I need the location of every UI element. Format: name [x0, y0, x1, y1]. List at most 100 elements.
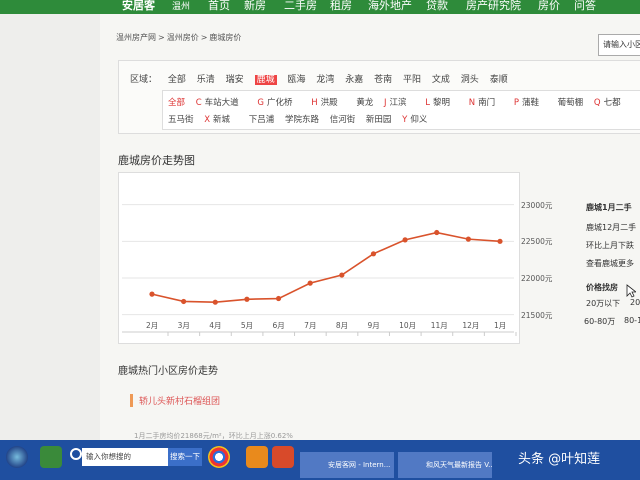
nav-item-second-hand[interactable]: 二手房 — [284, 0, 317, 13]
y-tick-label: 22000元 — [521, 274, 553, 283]
region-option[interactable]: 乐清 — [197, 75, 215, 85]
subarea-option[interactable]: J 江滨 — [384, 98, 415, 108]
subarea-letter: J — [384, 98, 387, 108]
side-panel-link[interactable]: 查看鹿城更多 — [586, 258, 634, 269]
x-tick-label: 10月 — [399, 321, 417, 330]
region-option[interactable]: 洞头 — [461, 75, 479, 85]
breadcrumb-link[interactable]: 温州房产网 — [116, 33, 156, 42]
nav-item-loan[interactable]: 贷款 — [426, 0, 448, 13]
taskbar-window[interactable]: 和风天气最新报告 V... — [398, 452, 492, 478]
start-button-icon[interactable] — [6, 446, 28, 468]
region-option-active[interactable]: 鹿城 — [254, 75, 277, 85]
nav-item-research[interactable]: 房产研究院 — [466, 0, 521, 13]
region-option[interactable]: 瓯海 — [287, 75, 305, 85]
pinned-app-icon[interactable] — [40, 446, 62, 468]
x-tick-label: 11月 — [430, 321, 448, 330]
region-option[interactable]: 平阳 — [403, 75, 421, 85]
breadcrumb-separator: > — [158, 33, 165, 42]
region-option[interactable]: 文成 — [432, 75, 450, 85]
subarea-name: 新城 — [213, 115, 231, 125]
nav-item-qa[interactable]: 问答 — [574, 0, 596, 13]
x-tick-label: 1月 — [494, 321, 507, 330]
region-option[interactable]: 永嘉 — [345, 75, 363, 85]
x-tick-label: 8月 — [335, 321, 349, 330]
subarea-option-active[interactable]: 全部 — [168, 98, 185, 108]
x-tick-label: 12月 — [462, 321, 480, 330]
subarea-name: 洪殿 — [320, 98, 338, 108]
subarea-name: 仰义 — [410, 115, 428, 125]
x-tick-label: 9月 — [367, 321, 380, 330]
subarea-row-1: 全部 C 车站大道 G 广化桥 H 洪殿 黄龙 J 江滨 L 黎明 N 南门 P 蒲鞋 葡萄棚… — [168, 96, 637, 108]
subarea-option[interactable]: L 黎明 — [425, 98, 458, 108]
region-option[interactable]: 全部 — [168, 75, 186, 85]
city-switch[interactable]: 温州 — [172, 0, 190, 12]
hot-community-link[interactable]: 轿儿头新村石榴组团 — [130, 394, 220, 407]
side-panel-line: 环比上月下跌 — [586, 241, 634, 250]
taskbar-search-button[interactable]: 搜索一下 — [168, 448, 202, 466]
subarea-name: 蒲鞋 — [521, 98, 539, 108]
nav-item-new-house[interactable]: 新房 — [244, 0, 266, 13]
taskbar-search-input[interactable]: 输入你想搜的 — [82, 448, 170, 466]
region-option[interactable]: 苍南 — [374, 75, 392, 85]
folder-icon[interactable] — [246, 446, 268, 468]
price-option[interactable]: 80-1 — [624, 316, 640, 325]
price-trend-chart-frame — [118, 172, 520, 344]
nav-item-rent[interactable]: 租房 — [330, 0, 352, 13]
subarea-name: 江滨 — [389, 98, 407, 108]
subarea-option[interactable]: 下吕浦 — [249, 115, 275, 125]
subarea-name: 黎明 — [433, 98, 451, 108]
y-tick-label: 22500元 — [521, 237, 553, 247]
price-search-title: 价格找房 — [586, 283, 618, 292]
subarea-option[interactable]: Y 仰义 — [402, 115, 435, 125]
site-logo[interactable]: 安居客 — [122, 0, 155, 13]
price-option[interactable]: 60-80万 — [584, 316, 615, 327]
subarea-option[interactable]: 新田园 — [366, 115, 392, 125]
subarea-option[interactable]: 黄龙 — [356, 98, 373, 108]
x-tick-label: 3月 — [177, 321, 190, 330]
subarea-option[interactable]: H 洪殿 — [311, 98, 345, 108]
subarea-option[interactable]: P 蒲鞋 — [514, 98, 547, 108]
nav-item-price[interactable]: 房价 — [538, 0, 560, 13]
subarea-option[interactable]: 信河街 — [330, 115, 356, 125]
subarea-option[interactable]: 葡萄棚 — [558, 98, 584, 108]
subarea-option[interactable]: Q 七都 — [594, 98, 629, 108]
subarea-option[interactable]: 五马街 — [168, 115, 194, 125]
nav-item-overseas[interactable]: 海外地产 — [368, 0, 412, 13]
subarea-letter: G — [257, 98, 264, 108]
x-tick-label: 2月 — [146, 321, 159, 330]
chrome-icon[interactable] — [208, 446, 230, 468]
subarea-row-2: 五马街 X 新城 下吕浦 学院东路 信河街 新田园 Y 仰义 — [168, 113, 443, 125]
ie-search-icon — [70, 448, 82, 460]
x-tick-label: 7月 — [304, 321, 317, 330]
price-option[interactable]: 20万以下 — [586, 298, 620, 309]
watermark-label: 头条 @叶知莲 — [518, 452, 601, 467]
region-label: 区域： — [130, 75, 158, 85]
subarea-name: 七都 — [603, 98, 621, 108]
subarea-letter: L — [425, 98, 431, 108]
community-search-input[interactable]: 请输入小区 — [598, 34, 640, 56]
subarea-letter: P — [513, 98, 519, 108]
top-navigation: 安居客 温州 首页 新房 二手房 租房 海外地产 贷款 房产研究院 房价 问答 — [0, 0, 640, 14]
nav-item-home[interactable]: 首页 — [208, 0, 230, 13]
price-option[interactable]: 20 — [630, 298, 640, 307]
mouse-cursor-icon — [626, 284, 636, 298]
y-tick-label: 23000元 — [521, 200, 553, 210]
breadcrumb-link[interactable]: 温州房价 — [167, 33, 199, 42]
subarea-option[interactable]: 学院东路 — [285, 115, 319, 125]
x-tick-label: 6月 — [272, 321, 285, 330]
region-option[interactable]: 瑞安 — [226, 75, 244, 85]
region-option[interactable]: 泰顺 — [490, 75, 508, 85]
subarea-letter: N — [468, 98, 476, 108]
region-option[interactable]: 龙湾 — [316, 75, 334, 85]
side-panel-title: 鹿城1月二手 — [586, 203, 632, 212]
subarea-option[interactable]: C 车站大道 — [196, 98, 247, 108]
breadcrumb-current: 鹿城房价 — [209, 33, 242, 42]
taskbar-window[interactable]: 安居客网 - Intern... — [300, 452, 394, 478]
app-icon[interactable] — [272, 446, 294, 468]
subarea-option[interactable]: G 广化桥 — [257, 98, 300, 108]
subarea-option[interactable]: X 新城 — [204, 115, 238, 125]
side-panel-line: 鹿城12月二手 — [586, 223, 637, 232]
subarea-letter: C — [195, 98, 202, 108]
x-tick-label: 4月 — [209, 321, 222, 330]
subarea-option[interactable]: N 南门 — [469, 98, 503, 108]
